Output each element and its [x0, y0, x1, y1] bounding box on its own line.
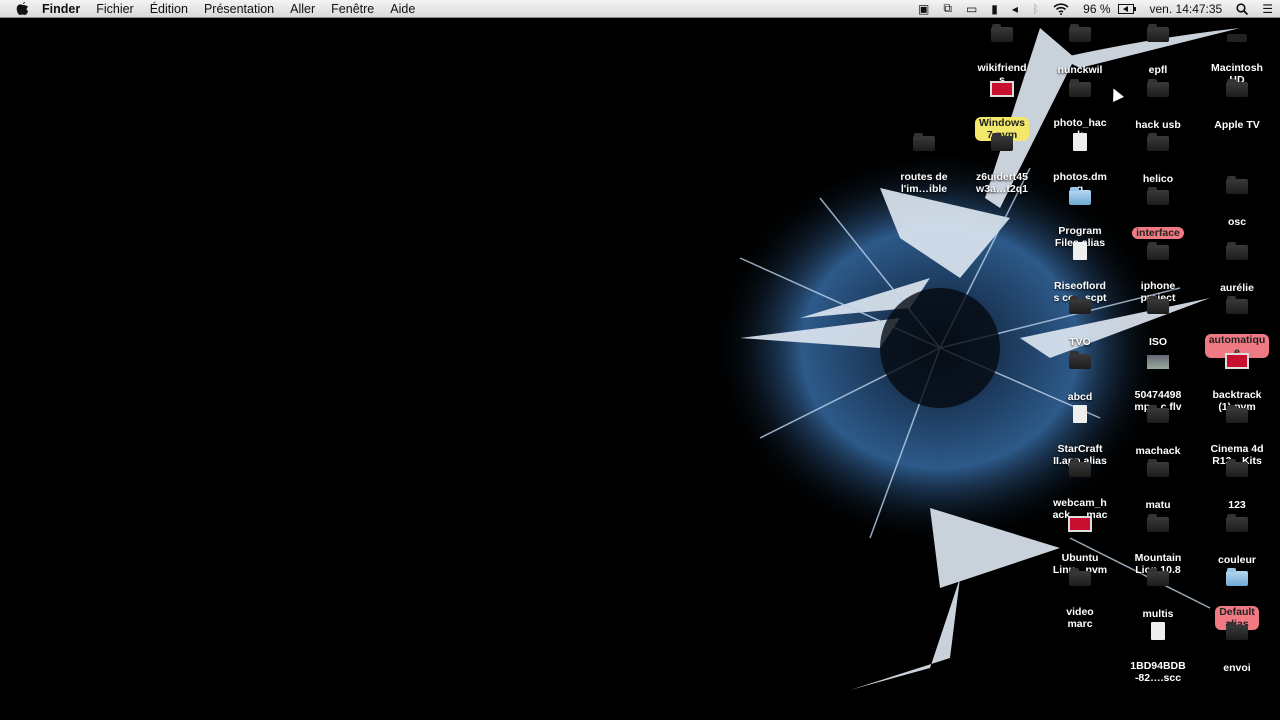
folder-icon	[1199, 172, 1275, 194]
doc-icon	[1042, 238, 1118, 260]
desktop-item[interactable]: video marc	[1042, 564, 1118, 632]
desktop-item-label: routes de l'im…ible	[900, 171, 948, 195]
alias-folder-icon	[1042, 183, 1118, 205]
disk-icon	[1199, 20, 1275, 42]
folder-icon	[1199, 618, 1275, 640]
folder-icon	[1120, 455, 1196, 477]
folder-icon	[1199, 455, 1275, 477]
folder-icon	[1042, 455, 1118, 477]
desktop-item[interactable]: machack	[1120, 401, 1196, 459]
menu-fenetre[interactable]: Fenêtre	[323, 2, 382, 16]
notification-center-icon[interactable]: ☰	[1255, 2, 1280, 16]
folder-icon	[1042, 75, 1118, 97]
folder-icon	[1120, 292, 1196, 314]
folder-icon	[1120, 564, 1196, 586]
pvm-icon	[1042, 510, 1118, 532]
battery-icon[interactable]	[1117, 3, 1143, 14]
folder-icon	[1120, 401, 1196, 423]
alias-folder-icon	[1199, 564, 1275, 586]
desktop-item[interactable]: ISO	[1120, 292, 1196, 350]
pvm-icon	[964, 75, 1040, 97]
doc-icon	[1042, 401, 1118, 423]
folder-icon	[886, 129, 962, 151]
folder-icon	[1042, 20, 1118, 42]
desktop-item[interactable]: multis	[1120, 564, 1196, 622]
desktop-item[interactable]: 123	[1199, 455, 1275, 513]
doc-icon	[1120, 618, 1196, 640]
folder-icon	[1199, 292, 1275, 314]
desktop-item-label: envoi	[1223, 662, 1251, 674]
folder-icon	[1120, 510, 1196, 532]
desktop-item-label: video marc	[1066, 606, 1094, 630]
folder-icon	[1199, 401, 1275, 423]
desktop-item-label: z6uidert45 w3a…t2q1	[976, 171, 1028, 195]
desktop-item[interactable]: matu	[1120, 455, 1196, 513]
folder-icon	[1042, 564, 1118, 586]
desktop-item[interactable]: z6uidert45 w3a…t2q1	[964, 129, 1040, 197]
menu-edition[interactable]: Édition	[142, 2, 196, 16]
folder-icon	[1120, 238, 1196, 260]
desktop-item[interactable]: couleur	[1199, 510, 1275, 568]
desktop-item-label: 1BD94BDB -82….scc	[1130, 660, 1186, 684]
desktop-item[interactable]: nunckwil	[1042, 20, 1118, 78]
folder-icon	[1042, 347, 1118, 369]
image-icon	[1120, 347, 1196, 369]
screen-record-icon[interactable]: ▣	[911, 2, 936, 16]
desktop-item[interactable]: interface	[1120, 183, 1196, 241]
desktop-item[interactable]: epfl	[1120, 20, 1196, 78]
battery-percent[interactable]: 96 %	[1076, 2, 1117, 16]
folder-icon	[1120, 183, 1196, 205]
desktop-item[interactable]: osc	[1199, 172, 1275, 230]
screen-share-icon[interactable]: ⧉	[936, 1, 959, 16]
desktop-item[interactable]: envoi	[1199, 618, 1275, 676]
menu-bar: Finder Fichier Édition Présentation Alle…	[0, 0, 1280, 18]
desktop-item[interactable]: TVO	[1042, 292, 1118, 350]
folder-icon	[1042, 292, 1118, 314]
folder-icon	[964, 20, 1040, 42]
folder-icon	[1199, 238, 1275, 260]
wifi-icon[interactable]	[1046, 2, 1076, 15]
doc-icon	[1042, 129, 1118, 151]
airplay-icon[interactable]: ▭	[959, 2, 984, 16]
menu-presentation[interactable]: Présentation	[196, 2, 282, 16]
battery-extra-icon[interactable]: ▮	[984, 2, 1005, 16]
desktop-item[interactable]: aurélie	[1199, 238, 1275, 296]
folder-icon	[1120, 129, 1196, 151]
desktop-item[interactable]: helico	[1120, 129, 1196, 187]
desktop-item[interactable]: abcd	[1042, 347, 1118, 405]
apple-menu-icon[interactable]	[16, 1, 30, 16]
clock[interactable]: ven. 14:47:35	[1143, 2, 1230, 16]
folder-icon	[1199, 510, 1275, 532]
menu-aller[interactable]: Aller	[282, 2, 323, 16]
menu-aide[interactable]: Aide	[382, 2, 423, 16]
volume-icon[interactable]: ◂	[1005, 2, 1025, 16]
menu-fichier[interactable]: Fichier	[88, 2, 142, 16]
desktop-item[interactable]: 1BD94BDB -82….scc	[1120, 618, 1196, 686]
folder-icon	[1120, 20, 1196, 42]
folder-icon	[964, 129, 1040, 151]
desktop-item-label: osc	[1227, 216, 1247, 228]
desktop-item[interactable]: hack usb	[1120, 75, 1196, 133]
bluetooth-icon[interactable]: ᛒ	[1025, 2, 1046, 16]
desktop-item[interactable]: Apple TV	[1199, 75, 1275, 133]
spotlight-icon[interactable]	[1229, 2, 1255, 15]
menu-finder[interactable]: Finder	[34, 2, 88, 16]
desktop-item[interactable]: routes de l'im…ible	[886, 129, 962, 197]
folder-icon	[1199, 75, 1275, 97]
folder-icon	[1120, 75, 1196, 97]
desktop-item-label: Apple TV	[1214, 119, 1260, 131]
pvm-icon	[1199, 347, 1275, 369]
